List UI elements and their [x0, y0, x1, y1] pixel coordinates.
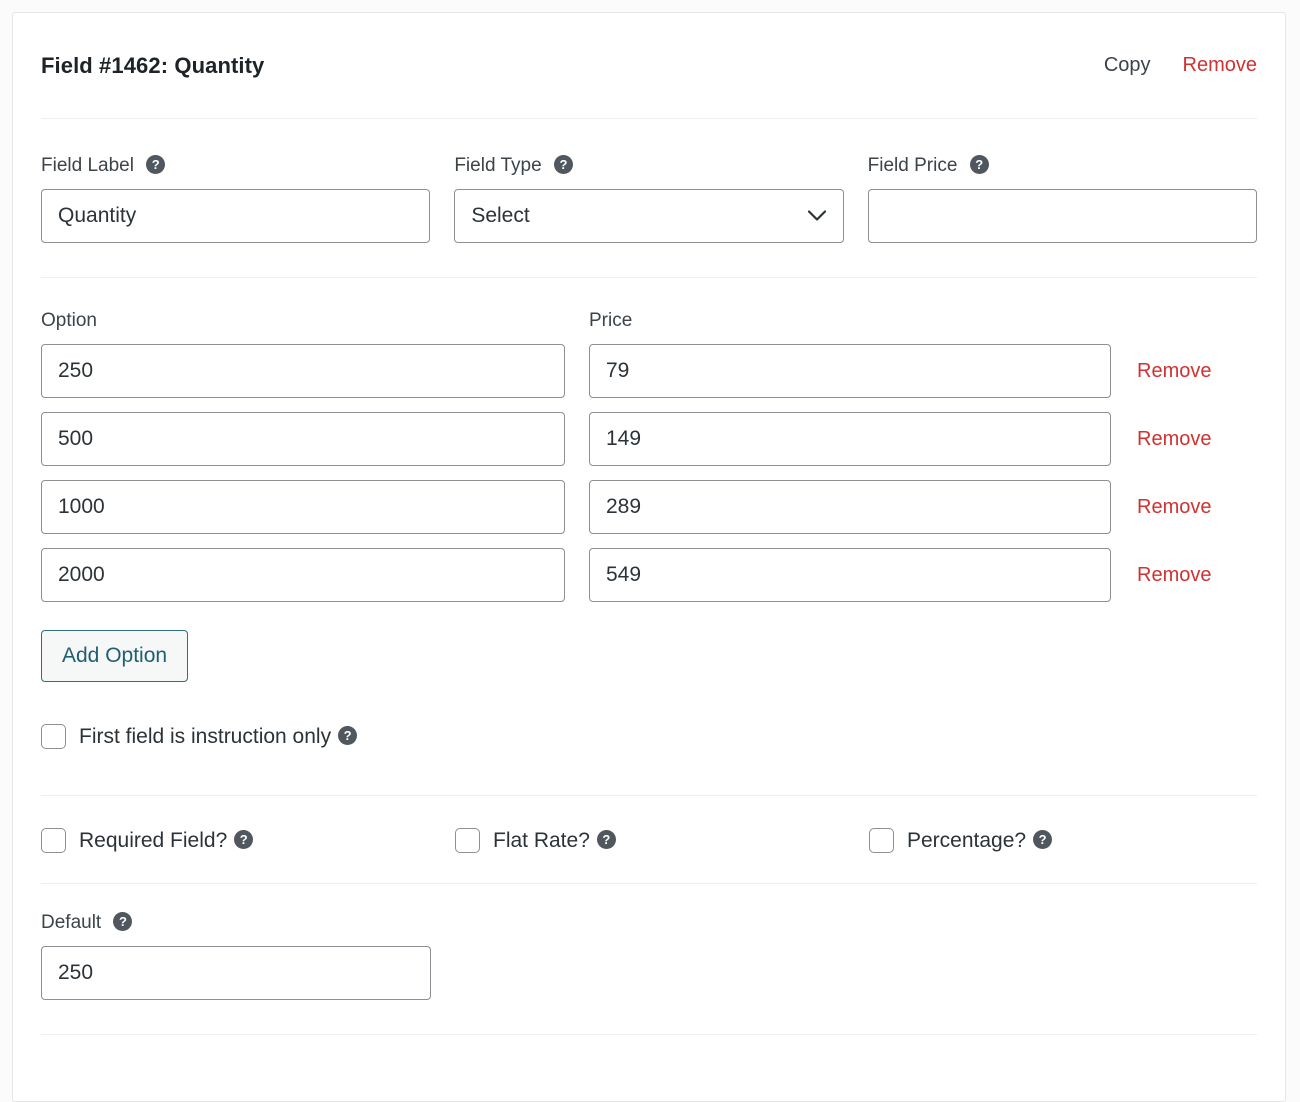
help-icon[interactable]: ?	[338, 726, 358, 745]
option-row: Remove	[41, 344, 1257, 398]
flat-rate-checkbox[interactable]	[455, 828, 480, 853]
field-label-group: Field Label ?	[41, 155, 431, 243]
option-row: Remove	[41, 480, 1257, 534]
copy-field-button[interactable]: Copy	[1104, 54, 1151, 77]
flat-rate-label: Flat Rate?	[493, 828, 590, 852]
option-column-header: Option	[41, 310, 97, 331]
help-icon[interactable]: ?	[113, 912, 133, 932]
option-row: Remove	[41, 412, 1257, 466]
price-column-header: Price	[589, 310, 633, 331]
option-row: Remove	[41, 548, 1257, 602]
field-price-label-text: Field Price	[867, 155, 958, 176]
instruction-only-label: First field is instruction only	[79, 724, 332, 748]
field-basics-row: Field Label ? Field Type ? Field Price ?	[13, 119, 1285, 243]
field-label-label-text: Field Label	[41, 155, 134, 176]
remove-field-button[interactable]: Remove	[1183, 54, 1257, 77]
percentage-group: Percentage? ?	[869, 828, 1053, 853]
remove-option-button[interactable]: Remove	[1137, 428, 1211, 451]
field-label-input[interactable]	[41, 189, 431, 243]
help-icon[interactable]: ?	[969, 155, 989, 175]
remove-option-button[interactable]: Remove	[1137, 496, 1211, 519]
instruction-only-checkbox[interactable]	[41, 724, 66, 749]
field-flags-row: Required Field? ? Flat Rate? ? Percentag…	[13, 828, 1285, 853]
remove-option-button[interactable]: Remove	[1137, 564, 1211, 587]
option-price-input[interactable]	[589, 412, 1111, 466]
header-actions: Copy Remove	[1104, 54, 1257, 77]
divider-bottom	[41, 1034, 1257, 1035]
option-price-input[interactable]	[589, 344, 1111, 398]
required-field-group: Required Field? ?	[41, 828, 455, 853]
field-type-label: Field Type ?	[454, 155, 843, 177]
remove-option-button[interactable]: Remove	[1137, 360, 1211, 383]
page-title: Field #1462: Quantity	[41, 52, 265, 78]
required-field-label: Required Field?	[79, 828, 228, 852]
option-price-input[interactable]	[589, 548, 1111, 602]
field-price-group: Field Price ?	[867, 155, 1257, 243]
default-section: Default ?	[13, 884, 1285, 1000]
option-input[interactable]	[41, 412, 565, 466]
help-icon[interactable]: ?	[234, 830, 254, 849]
option-input[interactable]	[41, 548, 565, 602]
add-option-button[interactable]: Add Option	[41, 630, 189, 682]
instruction-only-row: First field is instruction only ?	[13, 724, 1285, 749]
percentage-label: Percentage?	[907, 828, 1027, 852]
field-price-label: Field Price ?	[868, 155, 1257, 177]
divider-instruction	[41, 795, 1257, 796]
field-settings-card: Field #1462: Quantity Copy Remove Field …	[12, 12, 1286, 1102]
percentage-checkbox[interactable]	[869, 828, 894, 853]
field-type-select-wrapper	[454, 189, 844, 243]
help-icon[interactable]: ?	[1033, 830, 1053, 849]
options-section: Option Price Remove Remove Remove Remove…	[13, 278, 1285, 682]
default-input[interactable]	[41, 946, 431, 1000]
card-header: Field #1462: Quantity Copy Remove	[13, 13, 1285, 118]
option-input[interactable]	[41, 480, 565, 534]
help-icon[interactable]: ?	[596, 830, 616, 849]
option-input[interactable]	[41, 344, 565, 398]
options-header-row: Option Price	[41, 310, 1257, 332]
field-label-label: Field Label ?	[41, 155, 430, 177]
field-type-label-text: Field Type	[454, 155, 542, 176]
option-price-input[interactable]	[589, 480, 1111, 534]
help-icon[interactable]: ?	[146, 155, 166, 175]
default-label: Default ?	[41, 912, 1257, 934]
flat-rate-group: Flat Rate? ?	[455, 828, 869, 853]
field-type-select[interactable]	[454, 189, 844, 243]
default-label-text: Default	[41, 912, 102, 933]
field-price-input[interactable]	[867, 189, 1257, 243]
help-icon[interactable]: ?	[553, 155, 573, 175]
required-field-checkbox[interactable]	[41, 828, 66, 853]
field-type-group: Field Type ?	[454, 155, 844, 243]
